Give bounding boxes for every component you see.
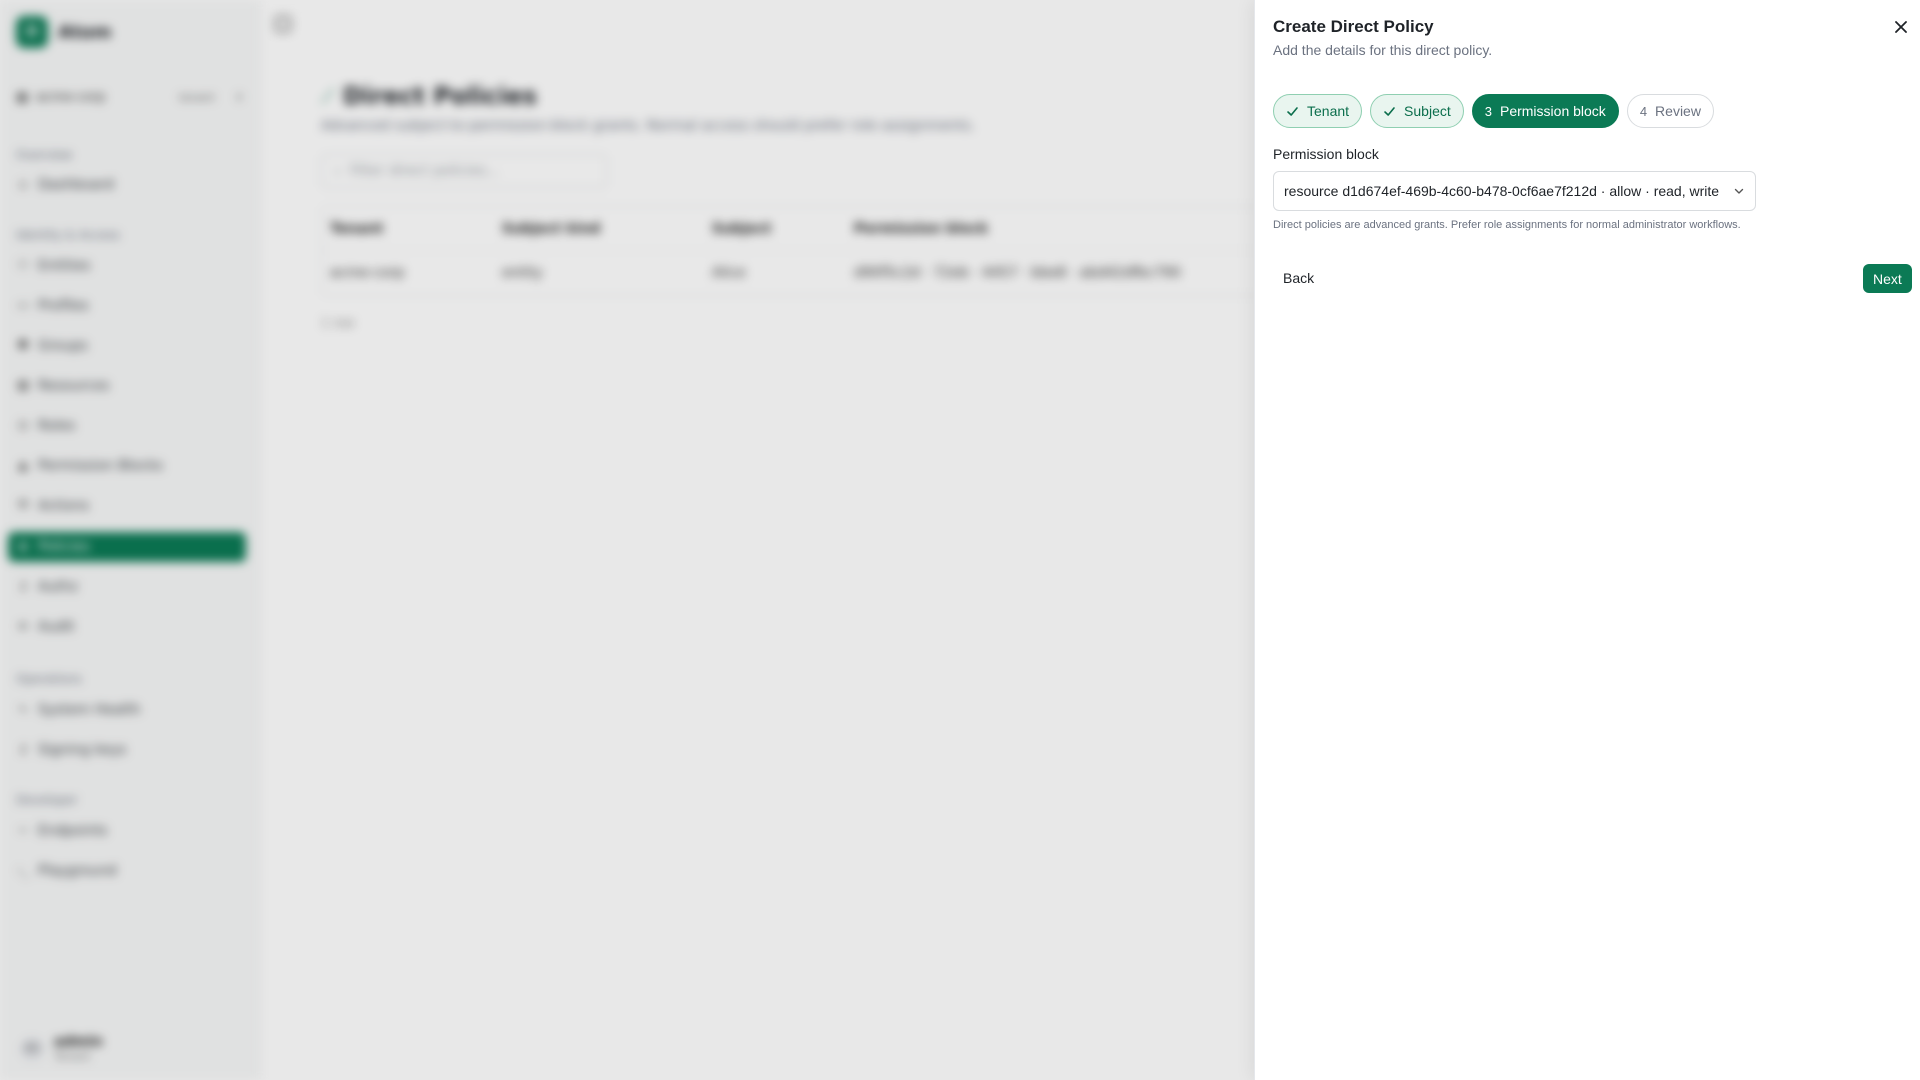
drawer-title: Create Direct Policy <box>1273 17 1434 36</box>
step-tenant[interactable]: Tenant <box>1273 94 1363 128</box>
step-permission-block[interactable]: 3 Permission block <box>1471 94 1619 128</box>
next-button[interactable]: Next <box>1863 264 1912 293</box>
stepper: Tenant Subject 3 Permission block 4 Revi… <box>1273 94 1714 128</box>
chevron-down-icon <box>1734 188 1744 194</box>
step-label: Subject <box>1404 103 1451 119</box>
step-number: 3 <box>1484 103 1492 119</box>
help-text: Direct policies are advanced grants. Pre… <box>1273 219 1741 231</box>
step-number: 4 <box>1639 103 1648 119</box>
drawer-subtitle: Add the details for this direct policy. <box>1273 42 1493 58</box>
back-button[interactable]: Back <box>1273 264 1324 292</box>
permission-block-label: Permission block <box>1273 146 1379 162</box>
permission-block-value: resource d1d674ef-469b-4c60-b478-0cf6ae7… <box>1284 183 1720 199</box>
check-icon <box>1287 106 1298 116</box>
permission-block-select[interactable]: resource d1d674ef-469b-4c60-b478-0cf6ae7… <box>1273 171 1756 211</box>
close-button[interactable] <box>1890 16 1912 38</box>
step-label: Tenant <box>1307 103 1350 119</box>
step-review[interactable]: 4 Review <box>1626 94 1714 128</box>
step-subject[interactable]: Subject <box>1370 94 1464 128</box>
check-icon <box>1384 106 1395 116</box>
close-icon <box>1895 21 1907 33</box>
step-label: Permission block <box>1499 103 1606 119</box>
create-direct-policy-drawer: Create Direct Policy Add the details for… <box>1254 0 1920 1080</box>
step-label: Review <box>1655 103 1701 119</box>
